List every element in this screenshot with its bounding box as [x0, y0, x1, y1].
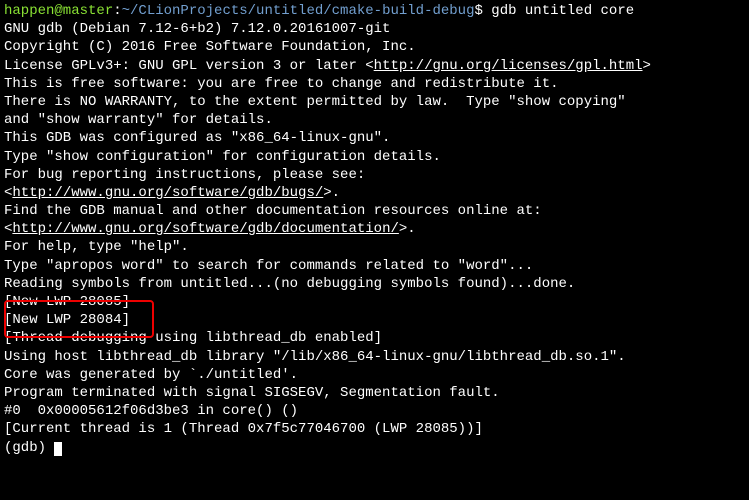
output-line: This GDB was configured as "x86_64-linux… [4, 129, 745, 147]
shell-prompt-line: happen@master:~/CLionProjects/untitled/c… [4, 2, 745, 20]
output-line-new-lwp: [New LWP 28084] [4, 311, 745, 329]
output-line: #0 0x00005612f06d3be3 in core() () [4, 402, 745, 420]
entered-command: gdb untitled core [491, 3, 634, 19]
output-line: This is free software: you are free to c… [4, 75, 745, 93]
output-line: [Current thread is 1 (Thread 0x7f5c77046… [4, 420, 745, 438]
cursor-icon [54, 442, 62, 456]
docs-url: http://www.gnu.org/software/gdb/document… [12, 221, 398, 237]
bugs-url: http://www.gnu.org/software/gdb/bugs/ [12, 185, 323, 201]
output-line: Reading symbols from untitled...(no debu… [4, 275, 745, 293]
output-line: Type "apropos word" to search for comman… [4, 257, 745, 275]
output-line: Program terminated with signal SIGSEGV, … [4, 384, 745, 402]
gdb-prompt-line[interactable]: (gdb) [4, 439, 745, 457]
output-line: Copyright (C) 2016 Free Software Foundat… [4, 38, 745, 56]
output-line: Core was generated by `./untitled'. [4, 366, 745, 384]
output-line: <http://www.gnu.org/software/gdb/bugs/>. [4, 184, 745, 202]
text-fragment: License GPLv3+: GNU GPL version 3 or lat… [4, 58, 374, 74]
prompt-symbol: $ [474, 3, 491, 19]
prompt-userhost: happen@master [4, 3, 113, 19]
output-line: <http://www.gnu.org/software/gdb/documen… [4, 220, 745, 238]
output-line: Type "show configuration" for configurat… [4, 148, 745, 166]
text-fragment: > [643, 58, 651, 74]
text-fragment: >. [323, 185, 340, 201]
license-url: http://gnu.org/licenses/gpl.html [374, 58, 643, 74]
output-line: Find the GDB manual and other documentat… [4, 202, 745, 220]
output-line: There is NO WARRANTY, to the extent perm… [4, 93, 745, 111]
text-fragment: >. [399, 221, 416, 237]
output-line: [Thread debugging using libthread_db ena… [4, 329, 745, 347]
prompt-colon: : [113, 3, 121, 19]
output-line: For help, type "help". [4, 238, 745, 256]
gdb-prompt: (gdb) [4, 440, 54, 456]
prompt-path: ~/CLionProjects/untitled/cmake-build-deb… [122, 3, 475, 19]
terminal-output[interactable]: happen@master:~/CLionProjects/untitled/c… [4, 2, 745, 457]
output-line: For bug reporting instructions, please s… [4, 166, 745, 184]
output-line: License GPLv3+: GNU GPL version 3 or lat… [4, 57, 745, 75]
output-line: GNU gdb (Debian 7.12-6+b2) 7.12.0.201610… [4, 20, 745, 38]
output-line-new-lwp: [New LWP 28085] [4, 293, 745, 311]
output-line: Using host libthread_db library "/lib/x8… [4, 348, 745, 366]
output-line: and "show warranty" for details. [4, 111, 745, 129]
